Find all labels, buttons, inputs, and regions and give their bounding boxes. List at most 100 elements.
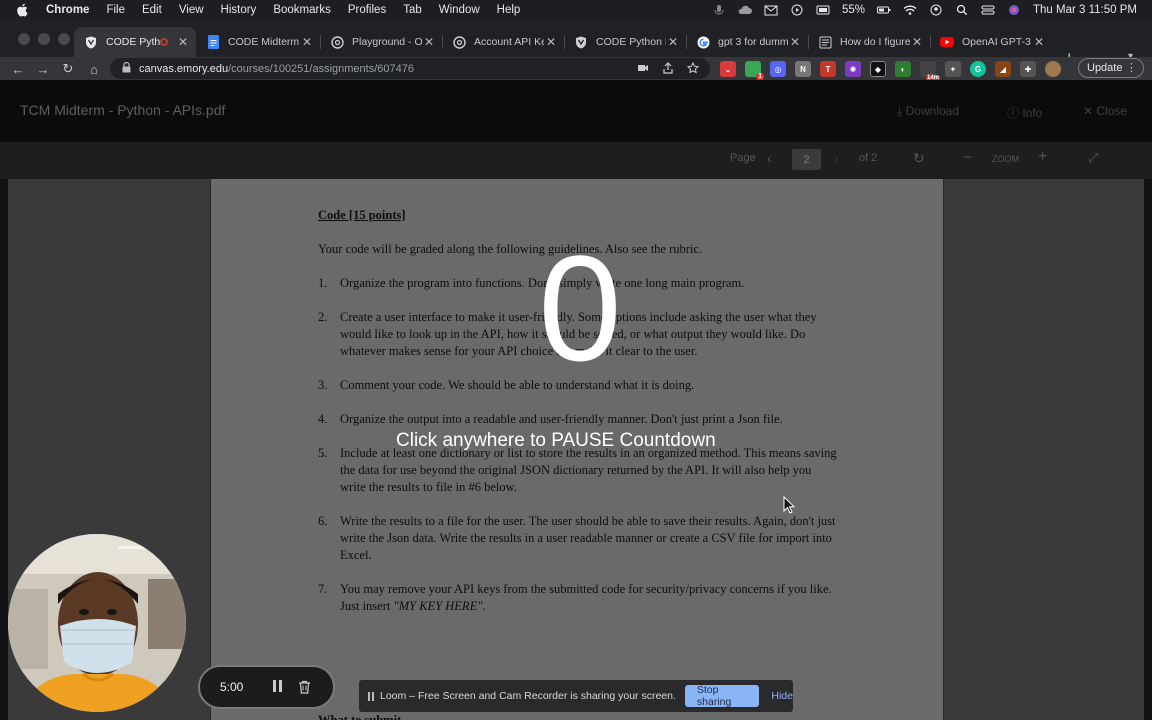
- grammarly-extension-icon[interactable]: G: [970, 61, 986, 77]
- close-tab-icon[interactable]: ✕: [300, 35, 314, 49]
- timer-extension-icon[interactable]: 14m: [920, 61, 940, 81]
- forward-arrow-icon[interactable]: →: [35, 61, 51, 77]
- update-button[interactable]: Update ⋮: [1078, 58, 1144, 78]
- macos-menu-bar: Chrome File Edit View History Bookmarks …: [0, 0, 1152, 19]
- address-bar[interactable]: canvas.emory.edu/courses/100251/assignme…: [110, 58, 710, 79]
- tab-code-python-m[interactable]: CODE Python M ✕: [564, 27, 686, 57]
- bookmark-star-icon[interactable]: [686, 61, 700, 79]
- tab-title: CODE Pyth: [106, 36, 160, 48]
- list-item-text: You may remove your API keys from the su…: [340, 581, 838, 615]
- list-item-number: 3.: [318, 378, 328, 392]
- dark-extension-icon[interactable]: ◆: [870, 61, 886, 77]
- siri-icon[interactable]: [1007, 4, 1021, 16]
- rotate-icon[interactable]: ↻: [913, 150, 925, 167]
- play-circle-icon[interactable]: [790, 4, 804, 16]
- menu-profiles[interactable]: Profiles: [348, 4, 386, 16]
- countdown-number[interactable]: 0: [500, 228, 660, 388]
- gear-extension-icon[interactable]: ✦: [945, 61, 961, 77]
- fox-extension-icon[interactable]: ◢: [995, 61, 1011, 77]
- close-tab-icon[interactable]: ✕: [666, 35, 680, 49]
- zoom-in-icon[interactable]: +: [1038, 148, 1047, 166]
- shield-icon: [574, 35, 588, 49]
- gmail-icon[interactable]: [764, 4, 778, 16]
- menubar-clock[interactable]: Thu Mar 3 11:50 PM: [1033, 4, 1137, 16]
- battery-icon[interactable]: [877, 4, 891, 16]
- lock-icon[interactable]: [122, 61, 132, 76]
- color-wheel-extension-icon[interactable]: ✺: [845, 61, 861, 77]
- menu-app-name[interactable]: Chrome: [46, 4, 89, 16]
- close-tab-icon[interactable]: ✕: [422, 35, 436, 49]
- close-viewer-button[interactable]: ✕ Close: [1083, 104, 1127, 118]
- apple-icon[interactable]: [16, 3, 32, 17]
- github-extension-icon[interactable]: ◎: [770, 61, 786, 77]
- tab-playground[interactable]: Playground - O ✕: [320, 27, 442, 57]
- info-button[interactable]: ⓘ Info: [1007, 104, 1042, 121]
- menu-history[interactable]: History: [221, 4, 257, 16]
- page-total: of 2: [859, 152, 878, 164]
- menu-view[interactable]: View: [179, 4, 204, 16]
- close-tab-icon[interactable]: ✕: [544, 35, 558, 49]
- tab-google-search[interactable]: gpt 3 for dumm ✕: [686, 27, 808, 57]
- drag-handle-icon[interactable]: [368, 691, 374, 701]
- notion-extension-icon[interactable]: N: [795, 61, 811, 77]
- menu-bookmarks[interactable]: Bookmarks: [273, 4, 331, 16]
- spotlight-search-icon[interactable]: [955, 4, 969, 16]
- close-label: Close: [1096, 104, 1128, 118]
- profile-avatar[interactable]: [1045, 61, 1061, 77]
- next-page-icon[interactable]: ›: [834, 150, 839, 166]
- tp-extension-icon[interactable]: T: [820, 61, 836, 77]
- menu-file[interactable]: File: [106, 4, 125, 16]
- home-icon[interactable]: ⌂: [86, 61, 102, 77]
- tab-strip: CODE Pyth ✕ CODE Midterm ✕ Playground - …: [0, 19, 1152, 68]
- pocket-extension-icon[interactable]: ⌄: [720, 61, 736, 77]
- pause-countdown-message[interactable]: Click anywhere to PAUSE Countdown: [396, 430, 758, 452]
- mouse-cursor-icon: [783, 496, 795, 514]
- control-center-icon[interactable]: [981, 4, 995, 16]
- download-button[interactable]: ⤓ Download: [897, 104, 959, 119]
- extension-badge-icon[interactable]: 1: [745, 61, 764, 80]
- close-tab-icon[interactable]: ✕: [1032, 35, 1046, 49]
- window-controls: [18, 33, 70, 45]
- more-menu-icon[interactable]: ⋮: [1126, 61, 1137, 74]
- page-number-input[interactable]: 2: [792, 149, 821, 170]
- trash-icon[interactable]: [298, 680, 312, 694]
- reload-icon[interactable]: ↻: [60, 61, 76, 77]
- previous-page-icon[interactable]: ‹: [767, 150, 772, 166]
- display-icon[interactable]: [816, 4, 830, 16]
- menu-edit[interactable]: Edit: [142, 4, 162, 16]
- openai-icon: [452, 35, 466, 49]
- pdf-section-heading: Code [15 points]: [318, 208, 406, 222]
- close-tab-icon[interactable]: ✕: [910, 35, 924, 49]
- microphone-icon[interactable]: [712, 4, 726, 16]
- tab-account-api-keys[interactable]: Account API Ke ✕: [442, 27, 564, 57]
- pause-icon[interactable]: [270, 680, 284, 694]
- back-arrow-icon[interactable]: ←: [10, 61, 26, 77]
- user-account-icon[interactable]: [929, 4, 943, 16]
- tab-title: Account API Ke: [474, 36, 544, 48]
- tab-code-midterm-doc[interactable]: CODE Midterm ✕: [196, 27, 320, 57]
- share-icon[interactable]: [662, 61, 674, 79]
- cloud-icon[interactable]: [738, 4, 752, 16]
- hide-button[interactable]: Hide: [771, 690, 793, 702]
- zoom-window-button[interactable]: [58, 33, 70, 45]
- wifi-icon[interactable]: [903, 4, 917, 16]
- close-tab-icon[interactable]: ✕: [176, 35, 190, 49]
- webcam-bubble[interactable]: [8, 534, 186, 712]
- menu-window[interactable]: Window: [439, 4, 480, 16]
- download-label: Download: [905, 104, 960, 118]
- puzzle-extensions-icon[interactable]: ✚: [1020, 61, 1036, 77]
- close-tab-icon[interactable]: ✕: [788, 35, 802, 49]
- camera-off-icon[interactable]: [637, 61, 649, 79]
- stop-sharing-button[interactable]: Stop sharing: [684, 684, 760, 708]
- tab-openai-gpt3-youtube[interactable]: OpenAI GPT-3 ✕: [930, 27, 1052, 57]
- tab-canvas-code-python[interactable]: CODE Pyth ✕: [74, 27, 196, 57]
- leaf-extension-icon[interactable]: ◐: [895, 61, 911, 77]
- list-item-text: Include at least one dictionary or list …: [340, 446, 837, 494]
- minimize-window-button[interactable]: [38, 33, 50, 45]
- close-window-button[interactable]: [18, 33, 30, 45]
- menu-tab[interactable]: Tab: [403, 4, 422, 16]
- fullscreen-icon[interactable]: ⤢: [1088, 150, 1098, 166]
- tab-how-do-i-figure[interactable]: How do I figure ✕: [808, 27, 930, 57]
- zoom-out-icon[interactable]: −: [963, 149, 972, 166]
- menu-help[interactable]: Help: [497, 4, 521, 16]
